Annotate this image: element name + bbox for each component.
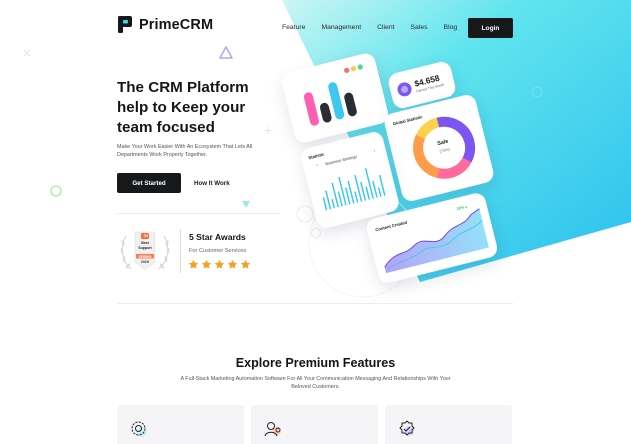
login-button[interactable]: Login [468,18,513,38]
pill-chart-card [279,51,391,145]
features-title: Explore Premium Features [235,356,396,370]
divider [117,213,279,214]
features-subtitle: A Full-Stack Marketing Automation Softwa… [180,376,451,391]
star-icon [240,259,251,269]
hero-title: The CRM Platform help to Keep your team … [117,78,292,138]
gear-icon [131,421,147,437]
brand[interactable]: PrimeCRM [118,16,213,33]
hero-title-line: help to Keep your [117,99,246,116]
badge-year: 202X [140,260,150,264]
feature-card[interactable] [385,405,512,444]
badge-support: Support [138,245,152,250]
nav-client[interactable]: Client [377,24,394,31]
logo-icon [118,16,132,33]
nav-management[interactable]: Management [321,24,361,31]
award-badge: G2 Best Support SPRING 202X [118,228,172,276]
get-started-button[interactable]: Get Started [117,173,181,193]
star-icon [201,259,212,269]
star-icon [227,259,238,269]
how-it-work-link[interactable]: How It Work [194,180,230,187]
nav-sales[interactable]: Sales [411,24,428,31]
pill-chart [303,64,363,126]
star-icon [214,259,225,269]
nav-feature[interactable]: Feature [282,24,305,31]
hero-title-line: team focused [117,119,215,136]
badge-best: Best [141,241,149,245]
badge-season: SPRING [138,254,152,259]
nav-blog[interactable]: Blog [444,24,458,31]
main-nav: Feature Management Client Sales Blog [282,24,473,31]
award-subtitle: For Customer Services [189,248,247,254]
star-icon [188,259,199,269]
star-rating [188,259,251,270]
section-divider [118,303,513,304]
badge-g2: G2 [143,233,149,238]
brand-name: PrimeCRM [139,16,214,33]
feature-card[interactable] [117,405,244,444]
global-statistic-card: Global Statistic Sale (75%) [382,92,496,204]
user-search-icon [264,422,281,437]
verified-badge-icon [399,420,415,436]
hero-subtitle: Make Your Work Easier With An Ecosystem … [117,144,253,159]
hero-title-line: The CRM Platform [117,79,249,96]
feature-card[interactable] [251,405,378,444]
award-separator [180,229,181,273]
award-title: 5 Star Awards [189,232,246,242]
